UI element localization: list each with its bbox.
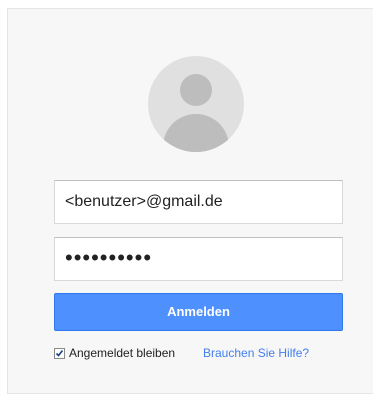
email-field[interactable]: <benutzer>@gmail.de [54,180,343,224]
user-avatar-icon [148,56,244,152]
login-card: <benutzer>@gmail.de •••••••••• Anmelden … [7,8,373,394]
avatar-body [163,114,229,152]
password-field[interactable]: •••••••••• [54,237,343,281]
stay-signed-in-label: Angemeldet bleiben [69,346,176,360]
stay-signed-in-checkbox[interactable] [54,347,65,359]
stay-signed-in[interactable]: Angemeldet bleiben [54,345,175,361]
need-help-link[interactable]: Brauchen Sie Hilfe? [203,345,309,361]
checkmark-icon [55,349,64,357]
avatar-head [180,74,212,106]
signin-button[interactable]: Anmelden [54,293,343,331]
